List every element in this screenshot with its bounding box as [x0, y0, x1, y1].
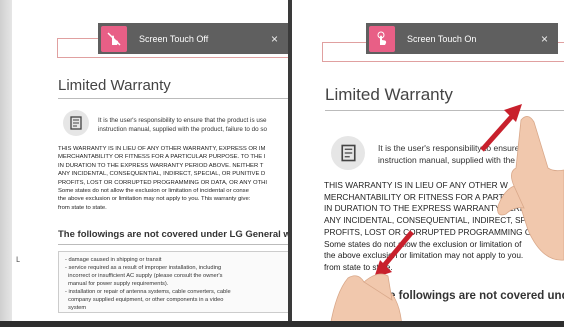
arrow-up-right-icon	[480, 104, 522, 152]
title-divider	[58, 98, 288, 99]
right-screen: Limited Warranty It is the user's respon…	[292, 0, 564, 327]
note-text: It is the user's responsibility to ensur…	[98, 117, 268, 133]
edge-glyph: ʟ	[16, 254, 21, 265]
page-title: Limited Warranty	[58, 77, 171, 94]
warranty-body: THIS WARRANTY IS IN LIEU OF ANY OTHER WA…	[58, 146, 268, 211]
document-icon	[63, 110, 89, 136]
left-screen: Limited Warranty It is the user's respon…	[12, 0, 288, 327]
screen-touch-off-notification: Screen Touch Off ×	[98, 23, 288, 54]
touch-hand-icon	[101, 25, 127, 52]
display-bezel	[0, 0, 12, 327]
upper-hand-icon	[497, 116, 564, 261]
not-covered-list: - damage caused in shipping or transit -…	[58, 251, 288, 313]
close-icon[interactable]: ×	[271, 32, 278, 46]
lower-hand-icon	[329, 273, 403, 327]
display-bottom-bezel	[0, 321, 564, 327]
dual-screen-demo: Limited Warranty It is the user's respon…	[0, 0, 564, 327]
not-covered-heading: The followings are not covered under LG …	[58, 229, 288, 240]
toast-label: Screen Touch Off	[139, 33, 209, 44]
arrow-down-left-icon	[374, 230, 414, 278]
subhead-divider	[58, 244, 288, 245]
pinch-zoom-gesture	[329, 104, 564, 327]
